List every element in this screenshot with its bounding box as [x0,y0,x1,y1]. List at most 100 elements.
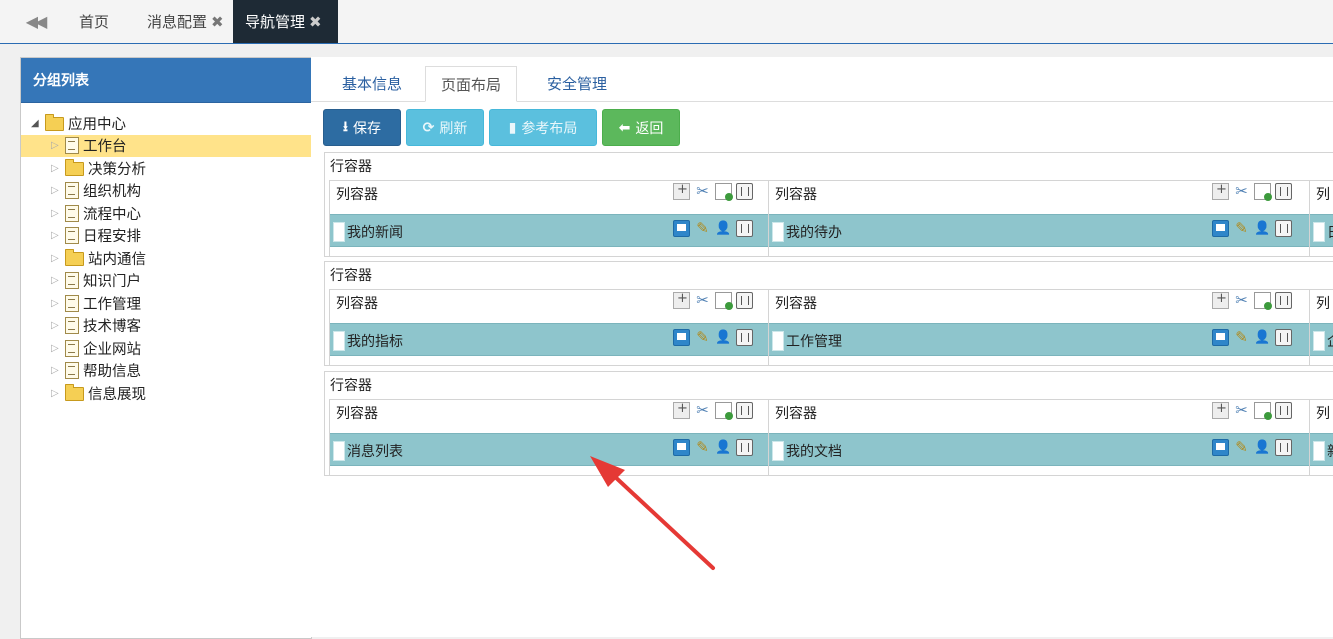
collapsed-arrow-icon[interactable]: ▷ [51,320,63,331]
window-icon[interactable] [673,220,690,237]
collapsed-arrow-icon[interactable]: ▷ [51,343,63,354]
widget-item[interactable]: 新 [1310,433,1333,466]
widget-item[interactable]: 我的待办 ✎ 👤 [769,214,1310,247]
drag-handle-icon[interactable] [333,331,345,351]
delete-icon[interactable] [1275,292,1292,309]
split-column-icon[interactable]: ✂ [694,402,711,419]
split-column-icon[interactable]: ✂ [1233,183,1250,200]
drag-handle-icon[interactable] [772,441,784,461]
tree-node[interactable]: ▷ 工作管理 [21,292,311,315]
window-icon[interactable] [1212,329,1229,346]
delete-icon[interactable] [736,439,753,456]
user-permission-icon[interactable]: 👤 [715,329,732,346]
edit-icon[interactable]: ✎ [694,329,711,346]
row-container[interactable]: 行容器 列容器 ✂ 我的指标 ✎ 👤 列容器 [324,261,1333,366]
user-permission-icon[interactable]: 👤 [1254,329,1271,346]
tree-node[interactable]: ▷ 站内通信 [21,247,311,270]
back-button[interactable]: ⬅ 返回 [602,109,680,146]
merge-column-icon[interactable] [1212,401,1229,419]
edit-icon[interactable]: ✎ [694,439,711,456]
user-permission-icon[interactable]: 👤 [715,220,732,237]
edit-icon[interactable]: ✎ [1233,439,1250,456]
merge-column-icon[interactable] [1212,291,1229,309]
delete-icon[interactable] [736,402,753,419]
tree-node[interactable]: ▷ 决策分析 [21,157,311,180]
column-container[interactable]: 列容器 ✂ 我的文档 ✎ 👤 [768,399,1311,476]
collapsed-arrow-icon[interactable]: ▷ [51,275,63,286]
tab-message-config[interactable]: 消息配置 ✖ [135,0,236,43]
edit-icon[interactable]: ✎ [1233,329,1250,346]
tree-node-root[interactable]: ◢ 应用中心 [21,112,311,135]
column-container[interactable]: 列 企 [1309,289,1333,366]
add-widget-icon[interactable] [715,292,733,310]
row-container[interactable]: 行容器 列容器 ✂ 我的新闻 ✎ 👤 列容器 [324,152,1333,257]
column-container[interactable]: 列容器 ✂ 我的指标 ✎ 👤 [329,289,770,366]
collapsed-arrow-icon[interactable]: ▷ [51,208,63,219]
column-container[interactable]: 列容器 ✂ 消息列表 ✎ 👤 [329,399,770,476]
split-column-icon[interactable]: ✂ [1233,292,1250,309]
widget-item[interactable]: 企 [1310,323,1333,356]
drag-handle-icon[interactable] [333,441,345,461]
close-icon[interactable]: ✖ [211,13,224,31]
tab-home[interactable]: 首页 [67,0,121,43]
widget-item[interactable]: 我的新闻 ✎ 👤 [330,214,769,247]
split-column-icon[interactable]: ✂ [694,292,711,309]
drag-handle-icon[interactable] [772,331,784,351]
collapsed-arrow-icon[interactable]: ▷ [51,388,63,399]
collapsed-arrow-icon[interactable]: ▷ [51,163,63,174]
window-icon[interactable] [1212,439,1229,456]
widget-item[interactable]: 日 [1310,214,1333,247]
window-icon[interactable] [673,439,690,456]
tree-node[interactable]: ▷ 组织机构 [21,180,311,203]
drag-handle-icon[interactable] [1313,441,1325,461]
user-permission-icon[interactable]: 👤 [1254,439,1271,456]
row-container[interactable]: 行容器 列容器 ✂ 消息列表 ✎ 👤 列容器 [324,371,1333,476]
collapsed-arrow-icon[interactable]: ▷ [51,365,63,376]
delete-icon[interactable] [1275,402,1292,419]
widget-item[interactable]: 我的文档 ✎ 👤 [769,433,1310,466]
merge-column-icon[interactable] [1212,182,1229,200]
merge-column-icon[interactable] [673,182,690,200]
column-container[interactable]: 列容器 ✂ 工作管理 ✎ 👤 [768,289,1311,366]
widget-item[interactable]: 我的指标 ✎ 👤 [330,323,769,356]
tree-node[interactable]: ▷ 知识门户 [21,270,311,293]
user-permission-icon[interactable]: 👤 [1254,220,1271,237]
delete-icon[interactable] [736,183,753,200]
close-icon[interactable]: ✖ [309,13,322,31]
widget-item[interactable]: 消息列表 ✎ 👤 [330,433,769,466]
add-widget-icon[interactable] [1254,402,1272,420]
reference-layout-button[interactable]: ▮ 参考布局 [489,109,597,146]
tab-basic-info[interactable]: 基本信息 [327,66,417,101]
drag-handle-icon[interactable] [1313,331,1325,351]
merge-column-icon[interactable] [673,291,690,309]
collapsed-arrow-icon[interactable]: ▷ [51,185,63,196]
edit-icon[interactable]: ✎ [1233,220,1250,237]
drag-handle-icon[interactable] [772,222,784,242]
add-widget-icon[interactable] [715,402,733,420]
tree-node-workbench[interactable]: ▷ 工作台 [21,134,311,157]
tab-page-layout[interactable]: 页面布局 [425,66,518,102]
window-icon[interactable] [673,329,690,346]
tree-node[interactable]: ▷ 帮助信息 [21,360,311,383]
collapsed-arrow-icon[interactable]: ▷ [51,140,63,151]
delete-icon[interactable] [1275,183,1292,200]
delete-icon[interactable] [736,292,753,309]
tree-node[interactable]: ▷ 日程安排 [21,225,311,248]
expanded-arrow-icon[interactable]: ◢ [31,118,43,129]
column-container[interactable]: 列容器 ✂ 我的待办 ✎ 👤 [768,180,1311,257]
add-widget-icon[interactable] [1254,292,1272,310]
window-icon[interactable] [1212,220,1229,237]
split-column-icon[interactable]: ✂ [1233,402,1250,419]
merge-column-icon[interactable] [673,401,690,419]
tree-node[interactable]: ▷ 技术博客 [21,315,311,338]
add-widget-icon[interactable] [1254,183,1272,201]
user-permission-icon[interactable]: 👤 [715,439,732,456]
column-container[interactable]: 列 新 [1309,399,1333,476]
tree-node[interactable]: ▷ 信息展现 [21,382,311,405]
delete-icon[interactable] [736,329,753,346]
delete-icon[interactable] [1275,220,1292,237]
column-container[interactable]: 列 日 [1309,180,1333,257]
edit-icon[interactable]: ✎ [694,220,711,237]
save-button[interactable]: ⭳ 保存 [323,109,401,146]
collapsed-arrow-icon[interactable]: ▷ [51,253,63,264]
